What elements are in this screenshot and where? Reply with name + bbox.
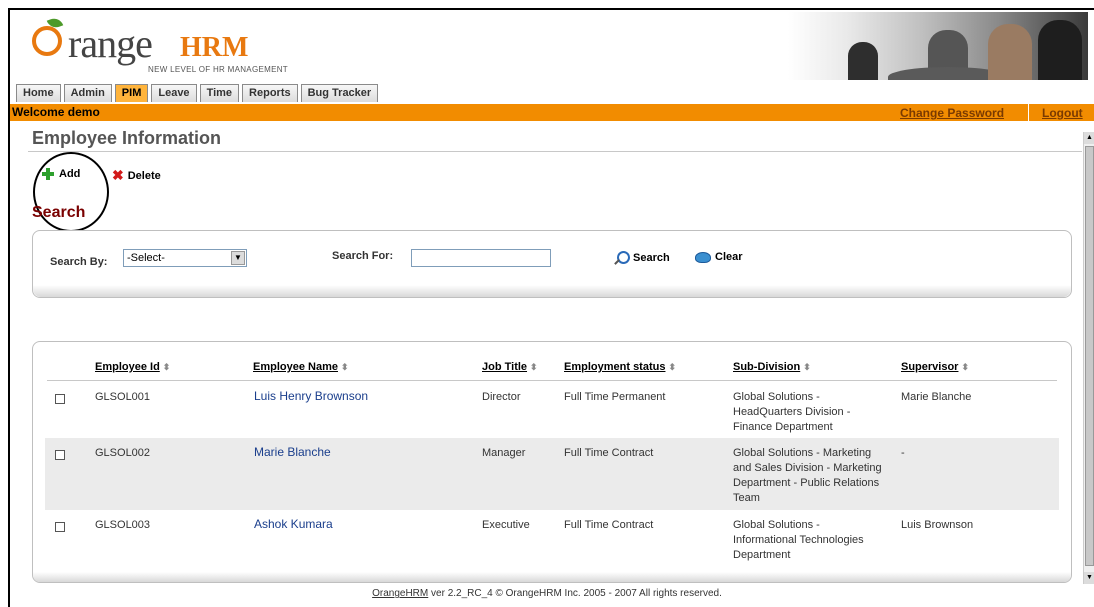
- tab-leave[interactable]: Leave: [151, 84, 197, 102]
- sub-division-cell: Global Solutions - Informational Technolo…: [733, 519, 864, 561]
- sort-icon: ⬍: [530, 362, 538, 372]
- supervisor-cell: Marie Blanche: [901, 391, 972, 403]
- column-header-employment-status[interactable]: Employment status ⬍: [564, 361, 676, 373]
- table-header-divider: [47, 380, 1057, 381]
- column-header-sub-division[interactable]: Sub-Division ⬍: [733, 361, 811, 373]
- main-tabs: Home Admin PIM Leave Time Reports Bug Tr…: [16, 84, 381, 102]
- search-by-label: Search By:: [50, 256, 108, 268]
- footer-text: ver 2.2_RC_4 © OrangeHRM Inc. 2005 - 200…: [428, 588, 722, 599]
- table-row: GLSOL003 Ashok Kumara Executive Full Tim…: [45, 510, 1059, 566]
- search-button-label: Search: [633, 251, 670, 264]
- scroll-up-arrow-icon[interactable]: ▲: [1084, 132, 1094, 144]
- orangehrm-footer-link[interactable]: OrangeHRM: [372, 588, 428, 599]
- logout-link[interactable]: Logout: [1042, 106, 1083, 120]
- employee-table: Employee Id ⬍ Employee Name ⬍ Job Title ⬍ E…: [32, 341, 1072, 583]
- column-header-job-title[interactable]: Job Title ⬍: [482, 361, 538, 373]
- employee-id-cell: GLSOL001: [95, 391, 151, 403]
- delete-x-icon: ✖: [112, 167, 124, 183]
- logo-range-text: range: [68, 21, 153, 66]
- search-by-value: -Select-: [127, 252, 165, 264]
- employee-id-cell: GLSOL003: [95, 519, 151, 531]
- delete-button-label: Delete: [127, 169, 161, 182]
- search-by-select[interactable]: -Select- ▼: [123, 249, 247, 267]
- search-heading: Search: [32, 204, 86, 221]
- title-divider: [28, 151, 1082, 152]
- tab-time[interactable]: Time: [199, 84, 240, 102]
- scrollbar-thumb[interactable]: [1085, 146, 1094, 566]
- job-title-cell: Manager: [482, 447, 526, 459]
- sort-icon: ⬍: [961, 362, 970, 372]
- column-header-employee-id[interactable]: Employee Id ⬍: [95, 361, 170, 373]
- employee-name-link[interactable]: Marie Blanche: [254, 445, 331, 460]
- topbar-separator: [1028, 104, 1029, 121]
- vertical-scrollbar[interactable]: ▲ ▼: [1083, 132, 1094, 584]
- sort-icon: ⬍: [162, 362, 171, 372]
- logo-tagline: NEW LEVEL OF HR MANAGEMENT: [148, 65, 288, 74]
- eraser-icon: [695, 251, 711, 263]
- tab-reports[interactable]: Reports: [242, 84, 298, 102]
- clear-button-label: Clear: [715, 251, 743, 263]
- orangehrm-logo: range HRM NEW LEVEL OF HR MANAGEMENT: [30, 15, 320, 78]
- search-icon: [617, 251, 630, 264]
- employee-name-link[interactable]: Luis Henry Brownson: [254, 389, 368, 404]
- search-button[interactable]: Search: [617, 251, 670, 264]
- clear-button[interactable]: Clear: [695, 251, 743, 263]
- top-status-bar: Welcome demo Change Password Logout: [10, 104, 1094, 121]
- welcome-text: Welcome demo: [12, 105, 100, 119]
- header-banner-image: [788, 12, 1088, 80]
- job-title-cell: Executive: [482, 519, 530, 531]
- sort-icon: ⬍: [803, 362, 811, 372]
- supervisor-cell: Luis Brownson: [901, 519, 974, 531]
- job-title-cell: Director: [482, 391, 521, 403]
- column-header-supervisor[interactable]: Supervisor ⬍: [901, 361, 969, 373]
- row-select-checkbox[interactable]: [55, 522, 65, 532]
- search-for-input[interactable]: [411, 249, 551, 267]
- scroll-down-arrow-icon[interactable]: ▼: [1084, 572, 1094, 584]
- employment-status-cell: Full Time Contract: [564, 447, 654, 459]
- orange-logo-icon: [32, 26, 62, 56]
- footer: OrangeHRM ver 2.2_RC_4 © OrangeHRM Inc. …: [0, 588, 1094, 599]
- delete-button[interactable]: ✖ Delete: [112, 167, 161, 184]
- search-panel: Search By: -Select- ▼ Search For: Search…: [32, 230, 1072, 298]
- change-password-link[interactable]: Change Password: [900, 106, 1004, 120]
- tab-pim[interactable]: PIM: [114, 84, 149, 102]
- logo-hrm-text: HRM: [180, 32, 249, 63]
- sub-division-cell: Global Solutions - HeadQuarters Division …: [733, 391, 851, 433]
- chevron-down-icon: ▼: [231, 251, 245, 265]
- employment-status-cell: Full Time Permanent: [564, 391, 666, 403]
- page-title: Employee Information: [32, 128, 222, 148]
- tab-admin[interactable]: Admin: [63, 84, 112, 102]
- row-select-checkbox[interactable]: [55, 394, 65, 404]
- sub-division-cell: Global Solutions - Marketing and Sales Di…: [733, 447, 882, 504]
- table-row: GLSOL002 Marie Blanche Manager Full Time…: [45, 438, 1059, 510]
- row-select-checkbox[interactable]: [55, 450, 65, 460]
- column-header-employee-name[interactable]: Employee Name ⬍: [253, 361, 349, 373]
- search-for-label: Search For:: [332, 250, 394, 262]
- sort-icon: ⬍: [340, 362, 349, 372]
- tab-bug-tracker[interactable]: Bug Tracker: [300, 84, 379, 102]
- tab-home[interactable]: Home: [16, 84, 61, 102]
- employee-name-link[interactable]: Ashok Kumara: [254, 517, 333, 532]
- supervisor-cell: -: [901, 447, 905, 459]
- employment-status-cell: Full Time Contract: [564, 519, 654, 531]
- logo-wordmark: range: [68, 20, 153, 67]
- sort-icon: ⬍: [668, 362, 677, 372]
- employee-id-cell: GLSOL002: [95, 447, 151, 459]
- table-row: GLSOL001 Luis Henry Brownson Director Fu…: [45, 382, 1059, 438]
